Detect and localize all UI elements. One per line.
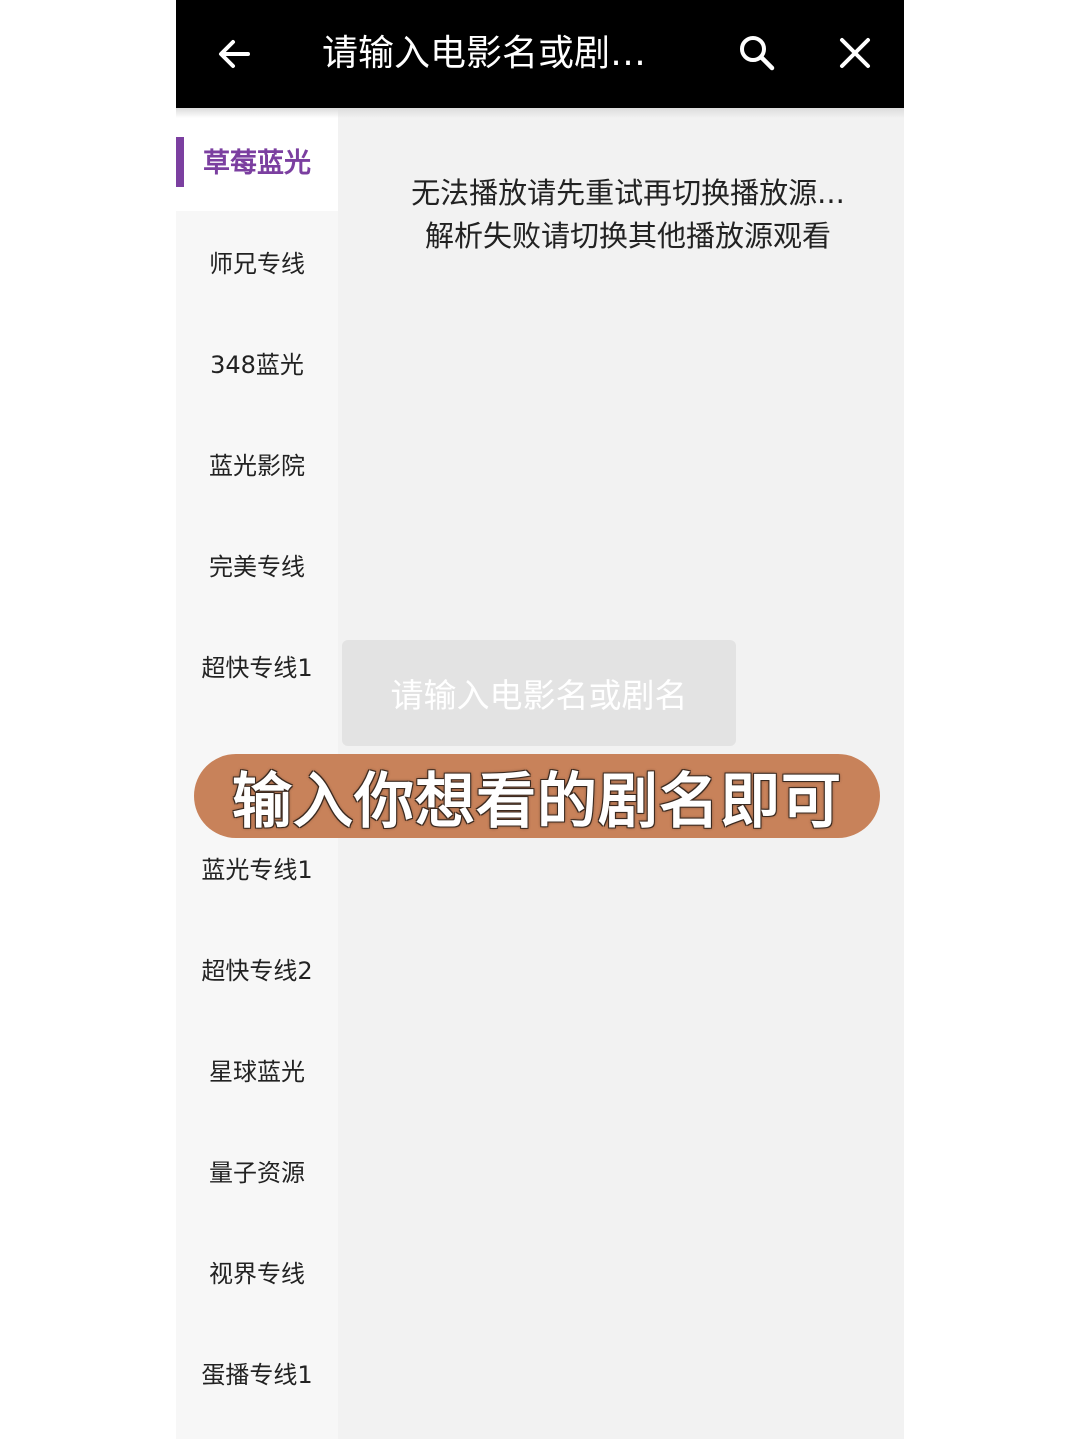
close-button[interactable] — [826, 24, 884, 82]
sidebar-item-wanmei[interactable]: 完美专线 — [176, 514, 338, 615]
sidebar-item-liangzi[interactable]: 量子资源 — [176, 1120, 338, 1221]
sidebar-item-xingqiu[interactable]: 星球蓝光 — [176, 1019, 338, 1120]
sidebar-item-shixiong[interactable]: 师兄专线 — [176, 211, 338, 312]
caption-banner: 输入你想看的剧名即可 — [194, 754, 880, 838]
top-bar: 请输入电影名或剧… — [176, 0, 904, 108]
search-icon — [740, 36, 775, 71]
sidebar-item-chaokuai-2[interactable]: 超快专线2 — [176, 918, 338, 1019]
top-bar-shadow — [176, 108, 904, 118]
app-screen: 请输入电影名或剧… 草莓蓝光 师兄专线 348蓝光 蓝光影院 完美专线 超快专线… — [176, 0, 904, 1439]
search-input[interactable]: 请输入电影名或剧名 — [342, 640, 736, 746]
sidebar-item-lanquang-yingyuan[interactable]: 蓝光影院 — [176, 413, 338, 514]
arrow-left-icon — [219, 40, 250, 68]
back-button[interactable] — [206, 26, 262, 82]
page-title: 请输入电影名或剧… — [322, 33, 647, 74]
sidebar-item-danbo-1[interactable]: 蛋播专线1 — [176, 1322, 338, 1423]
sidebar-item-caomei-lanquang[interactable]: 草莓蓝光 — [176, 110, 338, 211]
hint-line-1: 无法播放请先重试再切换播放源... — [411, 176, 845, 210]
playback-hint: 无法播放请先重试再切换播放源... 解析失败请切换其他播放源观看 — [368, 172, 888, 258]
search-button[interactable] — [728, 24, 786, 82]
sidebar-item-chaokuai-1[interactable]: 超快专线1 — [176, 615, 338, 716]
sidebar-item-348[interactable]: 348蓝光 — [176, 312, 338, 413]
hint-line-2: 解析失败请切换其他播放源观看 — [424, 219, 831, 253]
sidebar-item-shijie[interactable]: 视界专线 — [176, 1221, 338, 1322]
page: 请输入电影名或剧… 草莓蓝光 师兄专线 348蓝光 蓝光影院 完美专线 超快专线… — [0, 0, 1080, 1439]
close-icon — [840, 38, 870, 68]
